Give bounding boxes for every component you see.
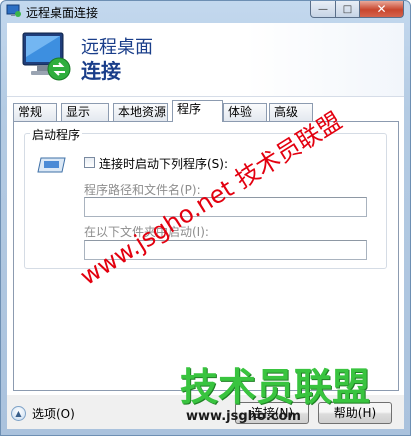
connect-button[interactable]: 连接(N) bbox=[235, 402, 309, 424]
program-path-label: 程序路径和文件名(P): bbox=[84, 183, 201, 197]
program-window-icon bbox=[37, 157, 66, 173]
tab-programs[interactable]: 程序 bbox=[172, 100, 223, 122]
maximize-button[interactable]: □ bbox=[335, 1, 360, 18]
program-path-input[interactable] bbox=[84, 197, 367, 217]
tab-experience[interactable]: 体验 bbox=[223, 103, 267, 121]
tab-display[interactable]: 显示 bbox=[61, 103, 109, 121]
tab-general[interactable]: 常规 bbox=[13, 103, 57, 121]
chevron-up-icon[interactable]: ▲ bbox=[11, 405, 26, 421]
rdp-window: 远程桌面连接 — □ ✕ 远程桌面 连接 常规 显示 本地资源 程序 体验 高级 bbox=[0, 0, 411, 436]
window-title: 远程桌面连接 bbox=[26, 6, 99, 20]
start-program-checkbox[interactable] bbox=[84, 157, 95, 168]
header-banner: 远程桌面 连接 bbox=[7, 23, 404, 97]
start-folder-label: 在以下文件夹中启动(I): bbox=[84, 225, 209, 239]
minimize-button[interactable]: — bbox=[310, 1, 336, 18]
start-program-group: 启动程序 连接时启动下列程序(S): 程序路径和文件名(P): 在以下文件夹中启… bbox=[24, 126, 387, 269]
banner-title-line2: 连接 bbox=[81, 59, 121, 83]
options-label[interactable]: 选项(O) bbox=[32, 405, 75, 422]
programs-tab-panel: 启动程序 连接时启动下列程序(S): 程序路径和文件名(P): 在以下文件夹中启… bbox=[13, 121, 399, 391]
client-area: 远程桌面 连接 常规 显示 本地资源 程序 体验 高级 启动程序 连接时启动下列… bbox=[7, 23, 404, 429]
tab-advanced[interactable]: 高级 bbox=[269, 103, 313, 121]
tab-local-resources[interactable]: 本地资源 bbox=[113, 103, 168, 121]
remote-desktop-monitor-icon bbox=[22, 32, 71, 81]
remote-desktop-app-icon bbox=[6, 4, 21, 17]
start-program-checkbox-label[interactable]: 连接时启动下列程序(S): bbox=[99, 155, 228, 172]
close-button[interactable]: ✕ bbox=[359, 1, 404, 18]
group-title: 启动程序 bbox=[30, 126, 83, 143]
options-toggle[interactable]: ▲ 选项(O) bbox=[11, 403, 75, 423]
bottom-bar: ▲ 选项(O) 连接(N) 帮助(H) bbox=[7, 395, 404, 429]
title-bar[interactable]: 远程桌面连接 — □ ✕ bbox=[1, 1, 410, 23]
start-folder-input[interactable] bbox=[84, 240, 367, 260]
help-button[interactable]: 帮助(H) bbox=[318, 402, 392, 424]
